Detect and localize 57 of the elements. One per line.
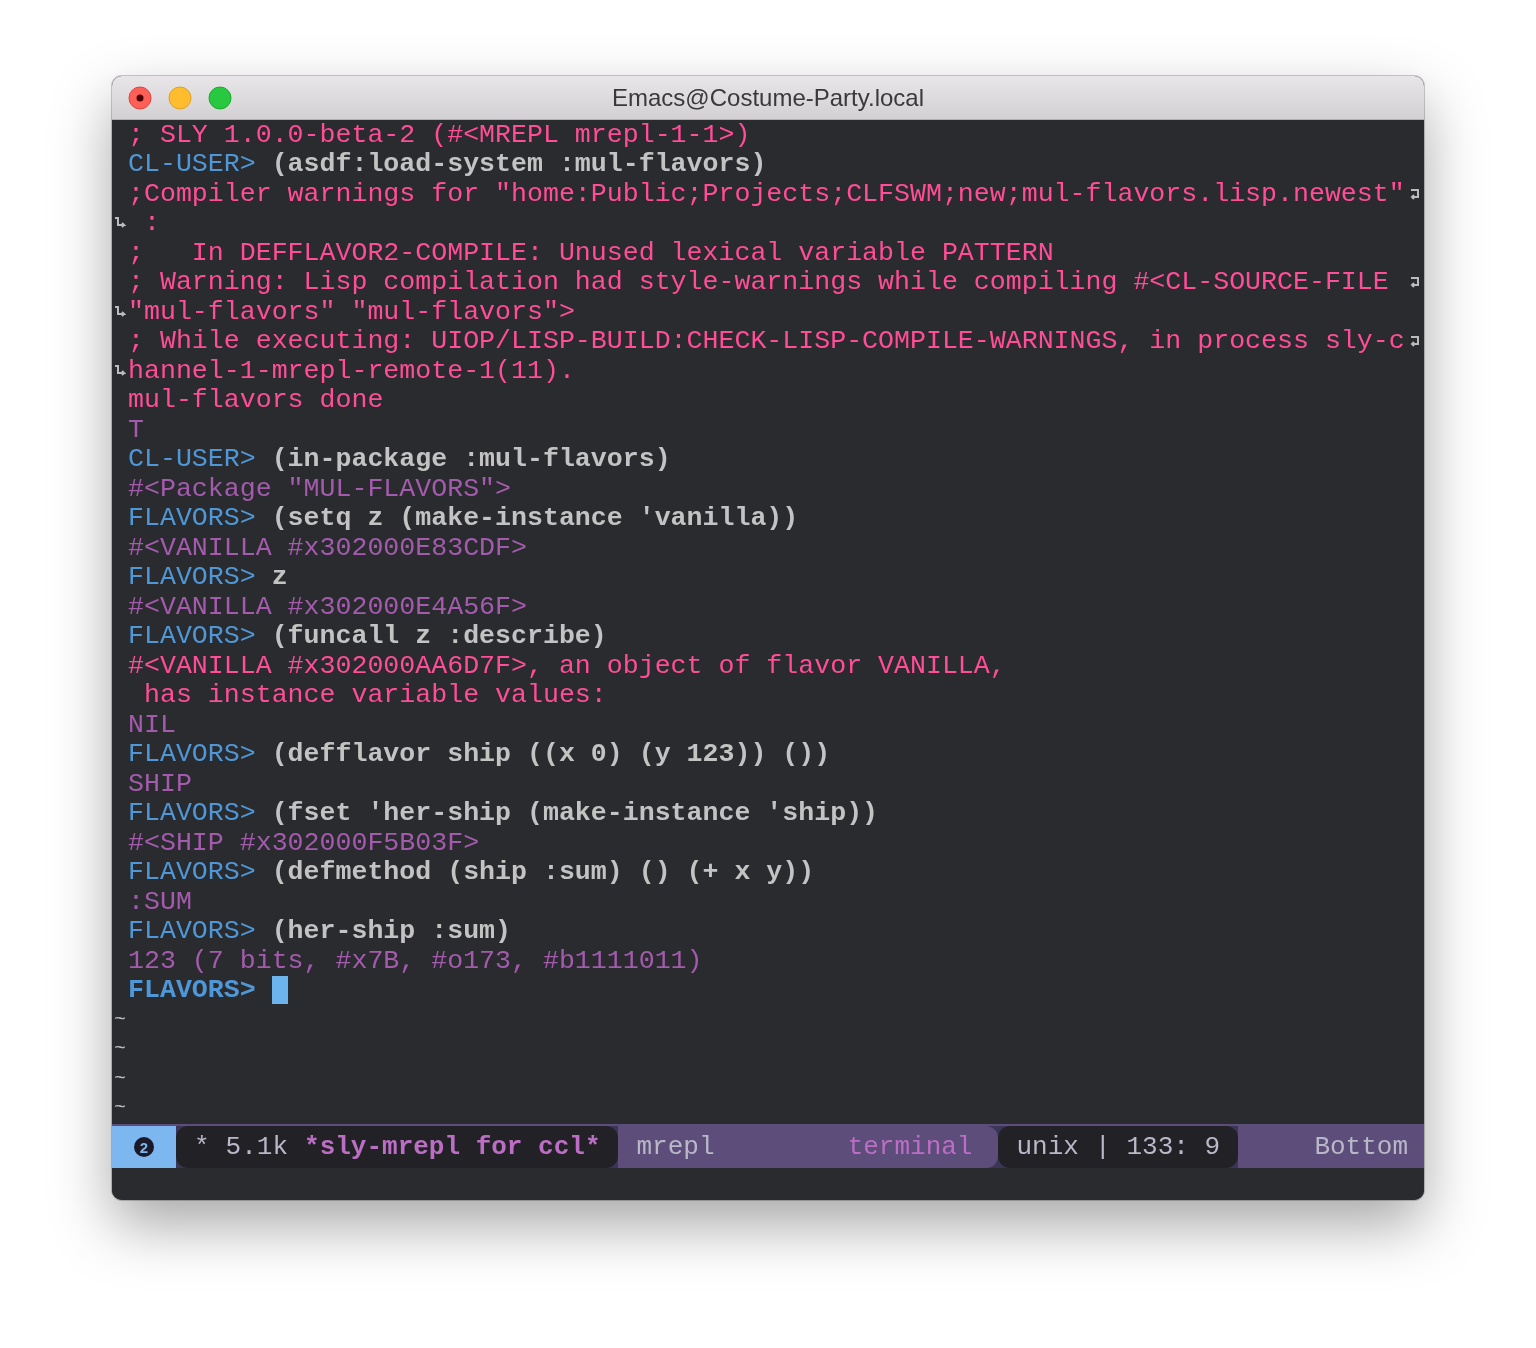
output-text: ;Compiler warnings for "home:Public;Projects;CLFSWM;new;mul-flavors.lisp.newest": [128, 178, 1405, 209]
input-code: (her-ship :sum): [271, 916, 511, 947]
repl-prompt: FLAVORS>: [128, 916, 256, 947]
output-text: has instance variable values:: [142, 680, 607, 711]
empty-line-mark: ~: [114, 1011, 126, 1028]
repl-prompt: FLAVORS>: [128, 975, 256, 1006]
scroll-position: Bottom: [1314, 1132, 1408, 1162]
result-value: :SUM: [128, 886, 192, 917]
output-text: ; Warning: Lisp compilation had style-warnings while compiling #<CL-SOURCE-FILE: [128, 267, 1389, 298]
cursor-position: 133: 9: [1126, 1132, 1221, 1162]
result-value: 123 (7 bits, #x7B, #o173, #b1111011): [128, 945, 703, 976]
close-icon[interactable]: [128, 85, 152, 110]
output-text: ; SLY 1.0.0-beta-2 (#<MREPL mrepl-1-1>): [128, 120, 751, 150]
empty-line-mark: ~: [114, 1100, 126, 1117]
result-value: #<VANILLA #x302000E83CDF>: [128, 532, 527, 563]
zoom-icon[interactable]: [208, 85, 232, 110]
output-text: ; In DEFFLAVOR2-COMPILE: Unused lexical variable PATTERN: [128, 237, 1054, 268]
repl-prompt: CL-USER>: [128, 149, 256, 180]
input-code: (funcall z :describe): [271, 621, 607, 652]
input-code: (defflavor ship ((x 0) (y 123)) ()): [271, 739, 831, 770]
repl-prompt: FLAVORS>: [128, 621, 256, 652]
repl-prompt: FLAVORS>: [128, 739, 256, 770]
result-value: NIL: [128, 709, 176, 740]
output-text: #<VANILLA #x302000AA6D7F>, an object of flavor VANILLA,: [128, 650, 1006, 681]
output-text: mul-flavors done: [128, 385, 384, 416]
repl-prompt: CL-USER>: [128, 444, 256, 475]
result-value: SHIP: [128, 768, 192, 799]
result-value: #<SHIP #x302000F5B03F>: [128, 827, 480, 858]
repl-prompt: FLAVORS>: [128, 857, 256, 888]
encoding: unix: [1016, 1132, 1079, 1162]
repl-prompt: FLAVORS>: [128, 798, 256, 829]
minimize-icon[interactable]: [168, 85, 192, 110]
output-text: hannel-1-mrepl-remote-1(11).: [128, 355, 575, 386]
output-text: "mul-flavors" "mul-flavors">: [128, 296, 575, 327]
empty-line-mark: ~: [114, 1070, 126, 1087]
input-code: (asdf:load-system :mul-flavors): [271, 149, 767, 180]
result-value: #<VANILLA #x302000E4A56F>: [128, 591, 527, 622]
input-code: (fset 'her-ship (make-instance 'ship)): [271, 798, 879, 829]
buffer-name: *sly-mrepl for ccl*: [304, 1132, 601, 1162]
repl-prompt: FLAVORS>: [128, 562, 256, 593]
empty-line-mark: ~: [114, 1041, 126, 1058]
modified-status: *: [194, 1132, 210, 1162]
buffer-size: 5.1k: [225, 1132, 289, 1162]
input-code: z: [271, 562, 288, 593]
repl-prompt: FLAVORS>: [128, 503, 256, 534]
window-title: Emacs@Costume-Party.local: [612, 83, 924, 112]
minor-mode: terminal: [847, 1132, 973, 1162]
major-mode: mrepl: [636, 1132, 715, 1162]
input-code: (defmethod (ship :sum) () (+ x y)): [271, 857, 815, 888]
result-value: T: [128, 414, 144, 445]
result-value: #<Package "MUL-FLAVORS">: [128, 473, 511, 504]
input-code: (in-package :mul-flavors): [271, 444, 671, 475]
window-number: 2: [134, 1137, 154, 1157]
output-text: ; While executing: UIOP/LISP-BUILD:CHECK-LISP-COMPILE-WARNINGS, in process sly-c: [128, 326, 1405, 357]
output-text: :: [142, 208, 160, 239]
pipe-separator: |: [1094, 1132, 1111, 1162]
input-code: (setq z (make-instance 'vanilla)): [271, 503, 799, 534]
